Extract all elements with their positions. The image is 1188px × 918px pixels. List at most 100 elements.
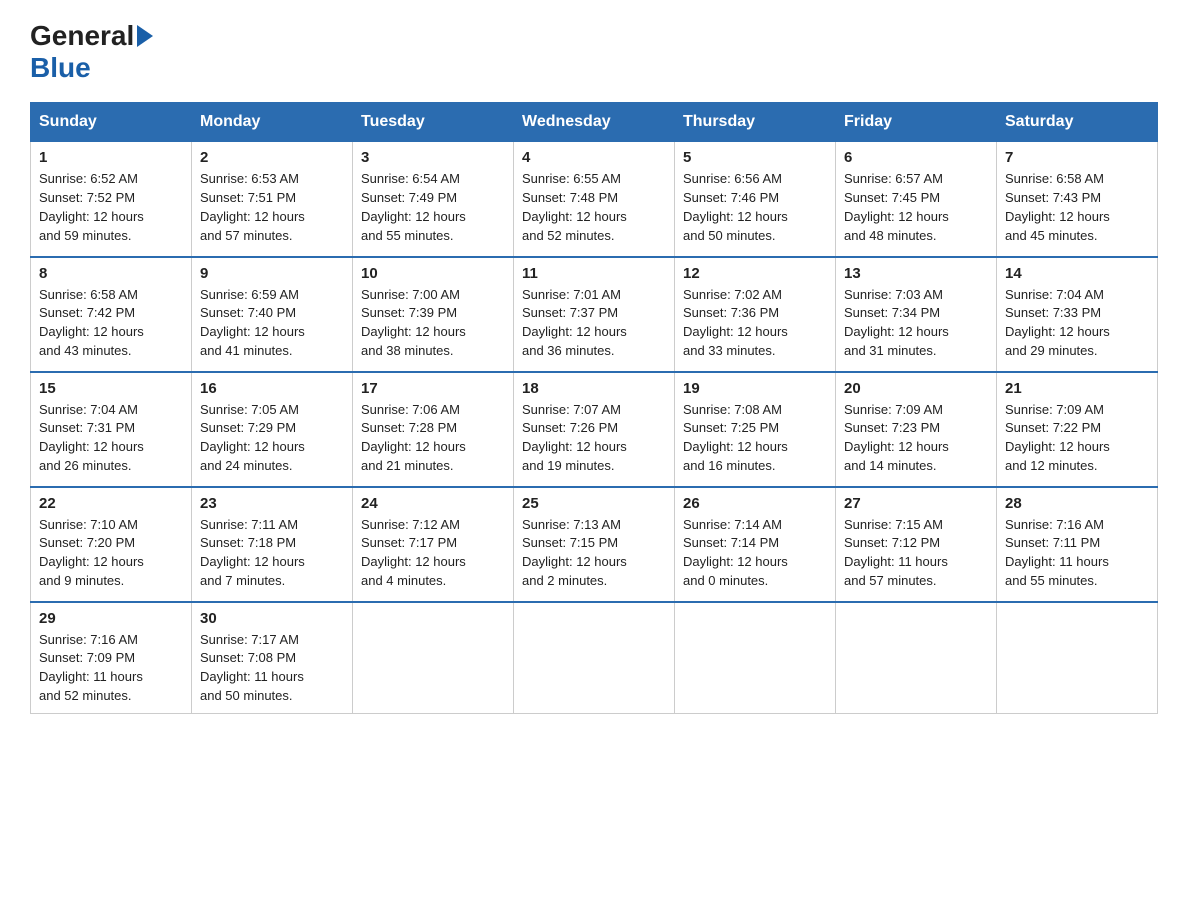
day-info: Sunrise: 6:55 AM Sunset: 7:48 PM Dayligh…	[522, 170, 666, 245]
day-info: Sunrise: 7:05 AM Sunset: 7:29 PM Dayligh…	[200, 401, 344, 476]
day-number: 6	[844, 149, 988, 166]
day-info: Sunrise: 6:59 AM Sunset: 7:40 PM Dayligh…	[200, 286, 344, 361]
col-header-wednesday: Wednesday	[514, 103, 675, 142]
col-header-monday: Monday	[192, 103, 353, 142]
day-number: 1	[39, 149, 183, 166]
day-info: Sunrise: 6:58 AM Sunset: 7:42 PM Dayligh…	[39, 286, 183, 361]
calendar-week-row: 29 Sunrise: 7:16 AM Sunset: 7:09 PM Dayl…	[31, 602, 1158, 714]
day-number: 24	[361, 495, 505, 512]
calendar-day-cell: 30 Sunrise: 7:17 AM Sunset: 7:08 PM Dayl…	[192, 602, 353, 714]
calendar-day-cell: 21 Sunrise: 7:09 AM Sunset: 7:22 PM Dayl…	[997, 372, 1158, 487]
day-info: Sunrise: 6:52 AM Sunset: 7:52 PM Dayligh…	[39, 170, 183, 245]
day-info: Sunrise: 7:01 AM Sunset: 7:37 PM Dayligh…	[522, 286, 666, 361]
day-info: Sunrise: 7:17 AM Sunset: 7:08 PM Dayligh…	[200, 631, 344, 706]
day-info: Sunrise: 7:11 AM Sunset: 7:18 PM Dayligh…	[200, 516, 344, 591]
calendar-day-cell: 20 Sunrise: 7:09 AM Sunset: 7:23 PM Dayl…	[836, 372, 997, 487]
calendar-day-cell: 12 Sunrise: 7:02 AM Sunset: 7:36 PM Dayl…	[675, 257, 836, 372]
calendar-day-cell	[675, 602, 836, 714]
col-header-thursday: Thursday	[675, 103, 836, 142]
calendar-day-cell: 19 Sunrise: 7:08 AM Sunset: 7:25 PM Dayl…	[675, 372, 836, 487]
day-info: Sunrise: 7:02 AM Sunset: 7:36 PM Dayligh…	[683, 286, 827, 361]
calendar-day-cell: 29 Sunrise: 7:16 AM Sunset: 7:09 PM Dayl…	[31, 602, 192, 714]
day-info: Sunrise: 7:13 AM Sunset: 7:15 PM Dayligh…	[522, 516, 666, 591]
calendar-day-cell: 11 Sunrise: 7:01 AM Sunset: 7:37 PM Dayl…	[514, 257, 675, 372]
calendar-day-cell: 2 Sunrise: 6:53 AM Sunset: 7:51 PM Dayli…	[192, 142, 353, 257]
day-number: 12	[683, 265, 827, 282]
day-number: 2	[200, 149, 344, 166]
day-info: Sunrise: 7:10 AM Sunset: 7:20 PM Dayligh…	[39, 516, 183, 591]
calendar-day-cell: 14 Sunrise: 7:04 AM Sunset: 7:33 PM Dayl…	[997, 257, 1158, 372]
day-info: Sunrise: 6:57 AM Sunset: 7:45 PM Dayligh…	[844, 170, 988, 245]
calendar-day-cell: 23 Sunrise: 7:11 AM Sunset: 7:18 PM Dayl…	[192, 487, 353, 602]
day-number: 9	[200, 265, 344, 282]
calendar-day-cell	[514, 602, 675, 714]
calendar-week-row: 15 Sunrise: 7:04 AM Sunset: 7:31 PM Dayl…	[31, 372, 1158, 487]
day-number: 15	[39, 380, 183, 397]
day-info: Sunrise: 7:15 AM Sunset: 7:12 PM Dayligh…	[844, 516, 988, 591]
day-number: 19	[683, 380, 827, 397]
day-number: 8	[39, 265, 183, 282]
day-info: Sunrise: 6:56 AM Sunset: 7:46 PM Dayligh…	[683, 170, 827, 245]
logo-general-text: General	[30, 20, 134, 52]
day-info: Sunrise: 6:53 AM Sunset: 7:51 PM Dayligh…	[200, 170, 344, 245]
calendar-day-cell: 7 Sunrise: 6:58 AM Sunset: 7:43 PM Dayli…	[997, 142, 1158, 257]
day-info: Sunrise: 6:54 AM Sunset: 7:49 PM Dayligh…	[361, 170, 505, 245]
calendar-day-cell: 22 Sunrise: 7:10 AM Sunset: 7:20 PM Dayl…	[31, 487, 192, 602]
day-number: 29	[39, 610, 183, 627]
logo: General Blue	[30, 20, 156, 84]
day-info: Sunrise: 7:00 AM Sunset: 7:39 PM Dayligh…	[361, 286, 505, 361]
calendar-day-cell: 4 Sunrise: 6:55 AM Sunset: 7:48 PM Dayli…	[514, 142, 675, 257]
col-header-tuesday: Tuesday	[353, 103, 514, 142]
day-info: Sunrise: 7:04 AM Sunset: 7:31 PM Dayligh…	[39, 401, 183, 476]
calendar-day-cell: 18 Sunrise: 7:07 AM Sunset: 7:26 PM Dayl…	[514, 372, 675, 487]
header: General Blue	[30, 20, 1158, 84]
calendar-header-row: SundayMondayTuesdayWednesdayThursdayFrid…	[31, 103, 1158, 142]
day-info: Sunrise: 7:16 AM Sunset: 7:09 PM Dayligh…	[39, 631, 183, 706]
day-info: Sunrise: 7:14 AM Sunset: 7:14 PM Dayligh…	[683, 516, 827, 591]
calendar-week-row: 8 Sunrise: 6:58 AM Sunset: 7:42 PM Dayli…	[31, 257, 1158, 372]
calendar-day-cell: 15 Sunrise: 7:04 AM Sunset: 7:31 PM Dayl…	[31, 372, 192, 487]
calendar-day-cell	[836, 602, 997, 714]
calendar-day-cell: 1 Sunrise: 6:52 AM Sunset: 7:52 PM Dayli…	[31, 142, 192, 257]
day-number: 26	[683, 495, 827, 512]
calendar-day-cell: 17 Sunrise: 7:06 AM Sunset: 7:28 PM Dayl…	[353, 372, 514, 487]
calendar-day-cell: 25 Sunrise: 7:13 AM Sunset: 7:15 PM Dayl…	[514, 487, 675, 602]
day-number: 10	[361, 265, 505, 282]
calendar-day-cell: 28 Sunrise: 7:16 AM Sunset: 7:11 PM Dayl…	[997, 487, 1158, 602]
day-info: Sunrise: 7:09 AM Sunset: 7:23 PM Dayligh…	[844, 401, 988, 476]
day-number: 13	[844, 265, 988, 282]
calendar-day-cell: 9 Sunrise: 6:59 AM Sunset: 7:40 PM Dayli…	[192, 257, 353, 372]
day-number: 20	[844, 380, 988, 397]
calendar-week-row: 22 Sunrise: 7:10 AM Sunset: 7:20 PM Dayl…	[31, 487, 1158, 602]
day-number: 28	[1005, 495, 1149, 512]
calendar-day-cell: 6 Sunrise: 6:57 AM Sunset: 7:45 PM Dayli…	[836, 142, 997, 257]
day-number: 22	[39, 495, 183, 512]
col-header-friday: Friday	[836, 103, 997, 142]
calendar-day-cell: 3 Sunrise: 6:54 AM Sunset: 7:49 PM Dayli…	[353, 142, 514, 257]
calendar-day-cell: 26 Sunrise: 7:14 AM Sunset: 7:14 PM Dayl…	[675, 487, 836, 602]
day-info: Sunrise: 6:58 AM Sunset: 7:43 PM Dayligh…	[1005, 170, 1149, 245]
day-number: 7	[1005, 149, 1149, 166]
day-number: 14	[1005, 265, 1149, 282]
calendar-day-cell: 16 Sunrise: 7:05 AM Sunset: 7:29 PM Dayl…	[192, 372, 353, 487]
calendar-day-cell: 24 Sunrise: 7:12 AM Sunset: 7:17 PM Dayl…	[353, 487, 514, 602]
logo-arrow-icon	[137, 25, 153, 47]
day-number: 18	[522, 380, 666, 397]
calendar-day-cell	[997, 602, 1158, 714]
day-info: Sunrise: 7:16 AM Sunset: 7:11 PM Dayligh…	[1005, 516, 1149, 591]
day-info: Sunrise: 7:08 AM Sunset: 7:25 PM Dayligh…	[683, 401, 827, 476]
day-number: 25	[522, 495, 666, 512]
day-number: 17	[361, 380, 505, 397]
day-number: 27	[844, 495, 988, 512]
calendar-table: SundayMondayTuesdayWednesdayThursdayFrid…	[30, 102, 1158, 714]
day-number: 16	[200, 380, 344, 397]
day-number: 30	[200, 610, 344, 627]
calendar-day-cell: 8 Sunrise: 6:58 AM Sunset: 7:42 PM Dayli…	[31, 257, 192, 372]
day-number: 21	[1005, 380, 1149, 397]
day-info: Sunrise: 7:04 AM Sunset: 7:33 PM Dayligh…	[1005, 286, 1149, 361]
calendar-week-row: 1 Sunrise: 6:52 AM Sunset: 7:52 PM Dayli…	[31, 142, 1158, 257]
col-header-sunday: Sunday	[31, 103, 192, 142]
day-number: 5	[683, 149, 827, 166]
day-number: 23	[200, 495, 344, 512]
calendar-day-cell	[353, 602, 514, 714]
